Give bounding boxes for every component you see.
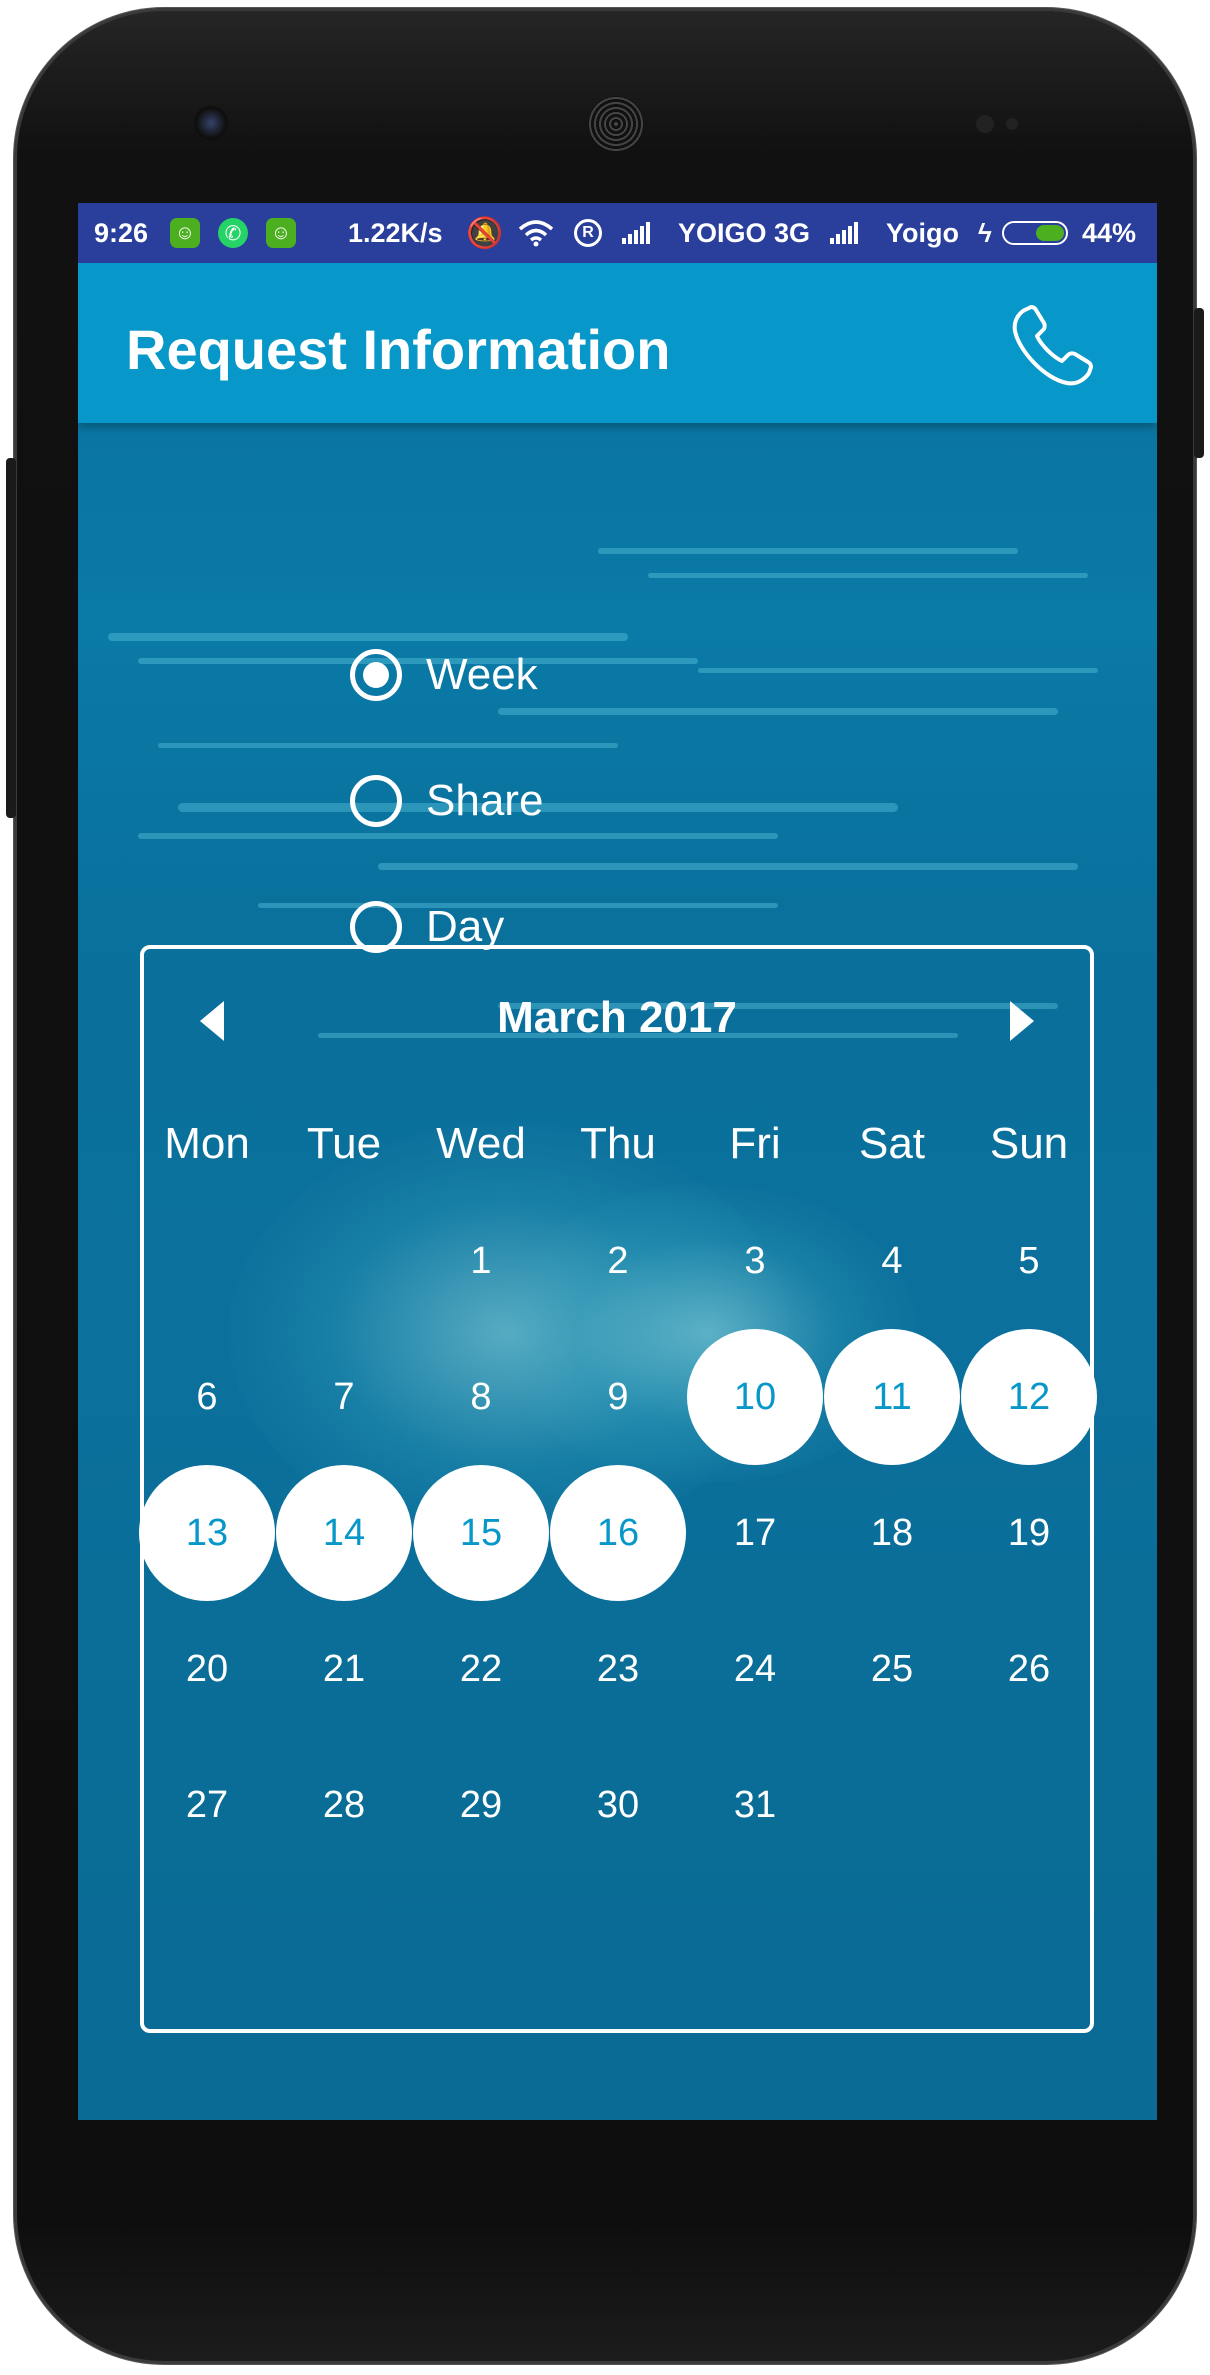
option-week[interactable]: Week	[350, 649, 538, 701]
weekday-label: Mon	[164, 1119, 250, 1168]
calendar-day-selected[interactable]: 16	[550, 1465, 686, 1601]
network-speed: 1.22K/s	[348, 217, 443, 248]
page-title: Request Information	[126, 318, 671, 381]
volume-button	[6, 458, 16, 818]
call-button[interactable]	[1005, 299, 1099, 393]
android-notification-icon: ☺	[170, 218, 200, 248]
roaming-icon: R	[574, 219, 602, 247]
silent-icon: 🔕	[466, 216, 504, 250]
android-notification-icon-2: ☺	[266, 218, 296, 248]
screen: 9:26 ☺ ✆ ☺ 1.22K/s 🔕 R YOIGO 3G Yoigo ϟ …	[78, 203, 1157, 2120]
option-label: Week	[426, 650, 538, 699]
signal-icon-1	[622, 222, 650, 244]
calendar-day[interactable]: 2	[550, 1193, 686, 1329]
calendar-day[interactable]: 1	[413, 1193, 549, 1329]
chevron-right-icon	[1010, 1001, 1034, 1041]
option-share[interactable]: Share	[350, 775, 543, 827]
app-bar: Request Information	[78, 263, 1157, 423]
radio-button-checked[interactable]	[350, 649, 402, 701]
battery-percent: 44%	[1082, 217, 1137, 248]
phone-frame: 9:26 ☺ ✆ ☺ 1.22K/s 🔕 R YOIGO 3G Yoigo ϟ …	[6, 8, 1204, 2364]
calendar-day-selected[interactable]: 15	[413, 1465, 549, 1601]
calendar-day[interactable]: 9	[550, 1329, 686, 1465]
earpiece-speaker	[588, 96, 644, 152]
calendar-day[interactable]: 24	[687, 1601, 823, 1737]
calendar-day[interactable]: 31	[687, 1737, 823, 1873]
signal-icon-2	[830, 222, 858, 244]
whatsapp-icon: ✆	[218, 218, 248, 248]
calendar-day[interactable]: 18	[824, 1465, 960, 1601]
power-button	[1194, 308, 1204, 458]
weekday-label: Fri	[729, 1119, 781, 1168]
carrier-2: Yoigo	[886, 217, 959, 248]
battery-icon	[1002, 221, 1068, 245]
calendar-day-selected[interactable]: 11	[824, 1329, 960, 1465]
calendar-day[interactable]: 3	[687, 1193, 823, 1329]
calendar-day[interactable]: 7	[276, 1329, 412, 1465]
calendar-day[interactable]: 21	[276, 1601, 412, 1737]
carrier-1: YOIGO 3G	[678, 217, 811, 248]
calendar-day[interactable]: 26	[961, 1601, 1097, 1737]
calendar-header: March 2017	[144, 989, 1090, 1049]
calendar-day[interactable]: 5	[961, 1193, 1097, 1329]
radio-button[interactable]	[350, 775, 402, 827]
calendar-day-selected[interactable]: 10	[687, 1329, 823, 1465]
calendar-day[interactable]: 4	[824, 1193, 960, 1329]
weekday-label: Wed	[436, 1119, 526, 1168]
light-sensor	[1006, 118, 1018, 130]
weekday-label: Tue	[306, 1119, 382, 1168]
calendar-day[interactable]: 27	[139, 1737, 275, 1873]
calendar: March 2017 Mon Tue Wed Thu Fri Sat Sun 1…	[139, 945, 1097, 2033]
calendar-day[interactable]: 19	[961, 1465, 1097, 1601]
option-label: Share	[426, 776, 544, 825]
calendar-day-selected[interactable]: 14	[276, 1465, 412, 1601]
weekday-label: Sun	[989, 1119, 1069, 1168]
calendar-day-selected[interactable]: 12	[961, 1329, 1097, 1465]
proximity-sensor	[976, 115, 994, 133]
next-month-button[interactable]	[1002, 997, 1042, 1045]
calendar-day[interactable]: 29	[413, 1737, 549, 1873]
calendar-day[interactable]: 20	[139, 1601, 275, 1737]
charging-icon: ϟ	[978, 217, 992, 248]
weekday-label: Thu	[580, 1119, 656, 1168]
calendar-day[interactable]: 8	[413, 1329, 549, 1465]
calendar-day[interactable]: 23	[550, 1601, 686, 1737]
phone-icon	[1012, 305, 1093, 386]
calendar-day[interactable]: 28	[276, 1737, 412, 1873]
calendar-day-selected[interactable]: 13	[139, 1465, 275, 1601]
calendar-day[interactable]: 6	[139, 1329, 275, 1465]
weekday-label: Sat	[858, 1119, 926, 1168]
status-bar: 9:26 ☺ ✆ ☺ 1.22K/s 🔕 R YOIGO 3G Yoigo ϟ …	[78, 203, 1157, 263]
calendar-day[interactable]: 25	[824, 1601, 960, 1737]
wifi-icon	[518, 203, 554, 263]
calendar-day[interactable]: 22	[413, 1601, 549, 1737]
month-label: March 2017	[497, 993, 737, 1042]
calendar-day[interactable]: 30	[550, 1737, 686, 1873]
status-time: 9:26	[94, 217, 149, 248]
calendar-day[interactable]: 17	[687, 1465, 823, 1601]
front-camera	[194, 106, 228, 140]
